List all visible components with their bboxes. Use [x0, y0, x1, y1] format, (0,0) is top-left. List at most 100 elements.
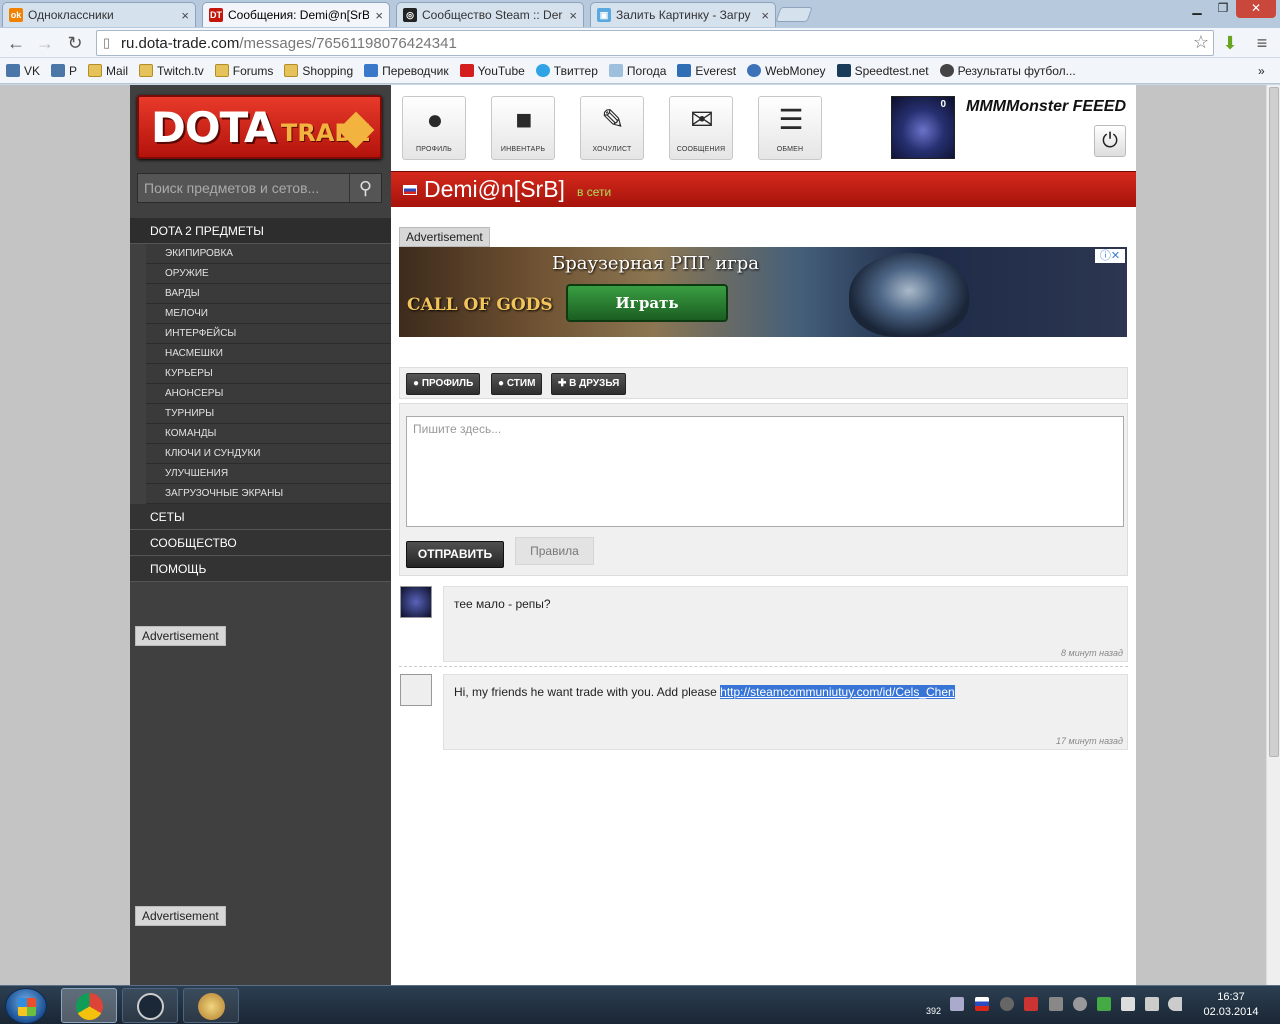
bookmark-speedtest[interactable]: Speedtest.net	[836, 64, 929, 78]
bookmark-translate[interactable]: Переводчик	[364, 64, 449, 78]
language-flag-icon[interactable]	[975, 997, 989, 1011]
page-scrollbar[interactable]	[1266, 85, 1280, 985]
address-bar[interactable]: ▯ ru.dota-trade.com/messages/76561198076…	[96, 30, 1214, 56]
nav-wishlist-button[interactable]: ✎ ХОЧУЛИСТ	[580, 96, 644, 160]
menu-item-equipment[interactable]: ЭКИПИРОВКА	[146, 244, 391, 264]
bookmark-vk[interactable]: VK	[6, 64, 40, 78]
bookmark-shopping[interactable]: Shopping	[284, 64, 353, 78]
message-time: 17 минут назад	[1056, 736, 1123, 746]
bookmark-webmoney[interactable]: WebMoney	[747, 64, 826, 78]
message-input[interactable]	[406, 416, 1124, 527]
taskbar-chrome[interactable]	[61, 988, 117, 1023]
nav-messages-button[interactable]: ✉ СООБЩЕНИЯ	[669, 96, 733, 160]
power-icon[interactable]: ⏻	[1094, 125, 1126, 157]
menu-community[interactable]: СООБЩЕСТВО	[130, 530, 391, 556]
menu-item-upgrades[interactable]: УЛУЧШЕНИЯ	[146, 464, 391, 484]
close-tab-icon[interactable]: ×	[181, 8, 189, 23]
bookmark-everest[interactable]: Everest	[677, 64, 736, 78]
bookmark-mail[interactable]: Mail	[88, 64, 128, 78]
message-text: тее мало - репы?	[454, 597, 551, 611]
odnoklassniki-icon: ok	[9, 8, 23, 22]
ad-info-close-icon[interactable]: ⓘ✕	[1095, 249, 1125, 263]
volume-icon[interactable]	[1168, 997, 1182, 1011]
menu-item-tournaments[interactable]: ТУРНИРЫ	[146, 404, 391, 424]
view-profile-button[interactable]: ● ПРОФИЛЬ	[406, 373, 481, 395]
star-icon[interactable]: ☆	[1193, 32, 1209, 53]
tray-app-icon[interactable]	[950, 997, 964, 1011]
close-tab-icon[interactable]: ×	[375, 8, 383, 23]
rules-button[interactable]: Правила	[515, 537, 594, 565]
menu-icon[interactable]: ≡	[1250, 31, 1274, 55]
ad-banner[interactable]: CALL OF GODS Браузерная РПГ игра Играть …	[399, 247, 1127, 337]
bookmark-twitter[interactable]: Твиттер	[535, 64, 598, 78]
message-link[interactable]: http://steamcommuniutuy.com/id/Cels_Chen	[720, 685, 955, 699]
add-friend-button[interactable]: ✚ В ДРУЗЬЯ	[551, 373, 627, 395]
security-check-icon[interactable]	[1097, 997, 1111, 1011]
close-tab-icon[interactable]: ×	[569, 8, 577, 23]
menu-sets[interactable]: СЕТЫ	[130, 504, 391, 530]
send-button[interactable]: ОТПРАВИТЬ	[406, 541, 504, 568]
tab-steam-community[interactable]: ◎ Сообщество Steam :: Der ×	[396, 2, 584, 27]
bookmark-football[interactable]: Результаты футбол...	[939, 64, 1076, 78]
nav-profile-button[interactable]: ● ПРОФИЛЬ	[402, 96, 466, 160]
menu-dota2-items[interactable]: DOTA 2 ПРЕДМЕТЫ	[130, 218, 391, 244]
bookmark-twitch[interactable]: Twitch.tv	[139, 64, 204, 78]
taskbar-steam[interactable]	[122, 988, 178, 1023]
minimize-icon[interactable]: ▁	[1184, 0, 1210, 18]
menu-item-misc[interactable]: МЕЛОЧИ	[146, 304, 391, 324]
bookmark-forums[interactable]: Forums	[214, 64, 273, 78]
folder-icon	[88, 64, 103, 77]
new-tab-button[interactable]	[775, 7, 813, 22]
user-name[interactable]: MMMMonster FEEED	[966, 98, 1126, 116]
nav-inventory-button[interactable]: ■ ИНВЕНТАРЬ	[491, 96, 555, 160]
tray-sync-icon[interactable]	[1073, 997, 1087, 1011]
avatar[interactable]	[400, 674, 432, 706]
maximize-icon[interactable]: ❐	[1210, 0, 1236, 18]
menu-item-keys-chests[interactable]: КЛЮЧИ И СУНДУКИ	[146, 444, 391, 464]
start-button[interactable]	[5, 988, 47, 1024]
tray-tool-icon[interactable]	[1049, 997, 1063, 1011]
ad-label: Advertisement	[399, 227, 490, 247]
scrollbar-thumb[interactable]	[1269, 87, 1279, 757]
action-bar: ● ПРОФИЛЬ ● СТИМ ✚ В ДРУЗЬЯ	[399, 367, 1128, 399]
banner-headline: Браузерная РПГ игра	[552, 253, 759, 274]
menu-item-wards[interactable]: ВАРДЫ	[146, 284, 391, 304]
menu-item-couriers[interactable]: КУРЬЕРЫ	[146, 364, 391, 384]
close-tab-icon[interactable]: ×	[761, 8, 769, 23]
site-logo[interactable]: DOTA TRADE	[137, 95, 382, 159]
user-avatar[interactable]: 0	[891, 96, 955, 159]
bookmark-youtube[interactable]: YouTube	[459, 64, 525, 78]
steam-tray-icon[interactable]	[1000, 997, 1014, 1011]
search-icon[interactable]: ⚲	[349, 174, 381, 202]
back-icon[interactable]: ←	[4, 31, 28, 55]
category-menu: DOTA 2 ПРЕДМЕТЫ ЭКИПИРОВКА ОРУЖИЕ ВАРДЫ …	[130, 218, 391, 582]
menu-item-weapons[interactable]: ОРУЖИЕ	[146, 264, 391, 284]
bookmark-weather[interactable]: Погода	[608, 64, 666, 78]
menu-item-interfaces[interactable]: ИНТЕРФЕЙСЫ	[146, 324, 391, 344]
menu-item-taunts[interactable]: НАСМЕШКИ	[146, 344, 391, 364]
bookmark-p[interactable]: P	[51, 64, 77, 78]
forward-icon[interactable]: →	[33, 31, 57, 55]
conversation-partner[interactable]: Demi@n[SrB]	[424, 176, 565, 203]
network-icon[interactable]	[1145, 997, 1159, 1011]
nav-trade-button[interactable]: ☰ ОБМЕН	[758, 96, 822, 160]
tab-messages[interactable]: DT Сообщения: Demi@n[SrB ×	[202, 2, 390, 27]
avatar[interactable]	[400, 586, 432, 618]
clock[interactable]: 16:37 02.03.2014	[1192, 990, 1270, 1020]
extension-icon[interactable]: ⬇	[1218, 31, 1242, 55]
flag-icon[interactable]	[1121, 997, 1135, 1011]
reload-icon[interactable]: ↻	[63, 31, 87, 55]
close-window-icon[interactable]: ✕	[1236, 0, 1276, 18]
tab-odnoklassniki[interactable]: ok Одноклассники ×	[2, 2, 196, 27]
tab-upload-image[interactable]: ▣ Залить Картинку - Загру ×	[590, 2, 776, 27]
antivirus-icon[interactable]	[1024, 997, 1038, 1011]
item-search-input[interactable]	[138, 174, 349, 202]
banner-play-button[interactable]: Играть	[566, 284, 728, 322]
menu-item-loading-screens[interactable]: ЗАГРУЗОЧНЫЕ ЭКРАНЫ	[146, 484, 391, 504]
more-bookmarks-button[interactable]: »	[1258, 64, 1265, 78]
steam-profile-button[interactable]: ● СТИМ	[491, 373, 543, 395]
menu-help[interactable]: ПОМОЩЬ	[130, 556, 391, 582]
taskbar-paint[interactable]	[183, 988, 239, 1023]
menu-item-announcers[interactable]: АНОНСЕРЫ	[146, 384, 391, 404]
menu-item-teams[interactable]: КОМАНДЫ	[146, 424, 391, 444]
